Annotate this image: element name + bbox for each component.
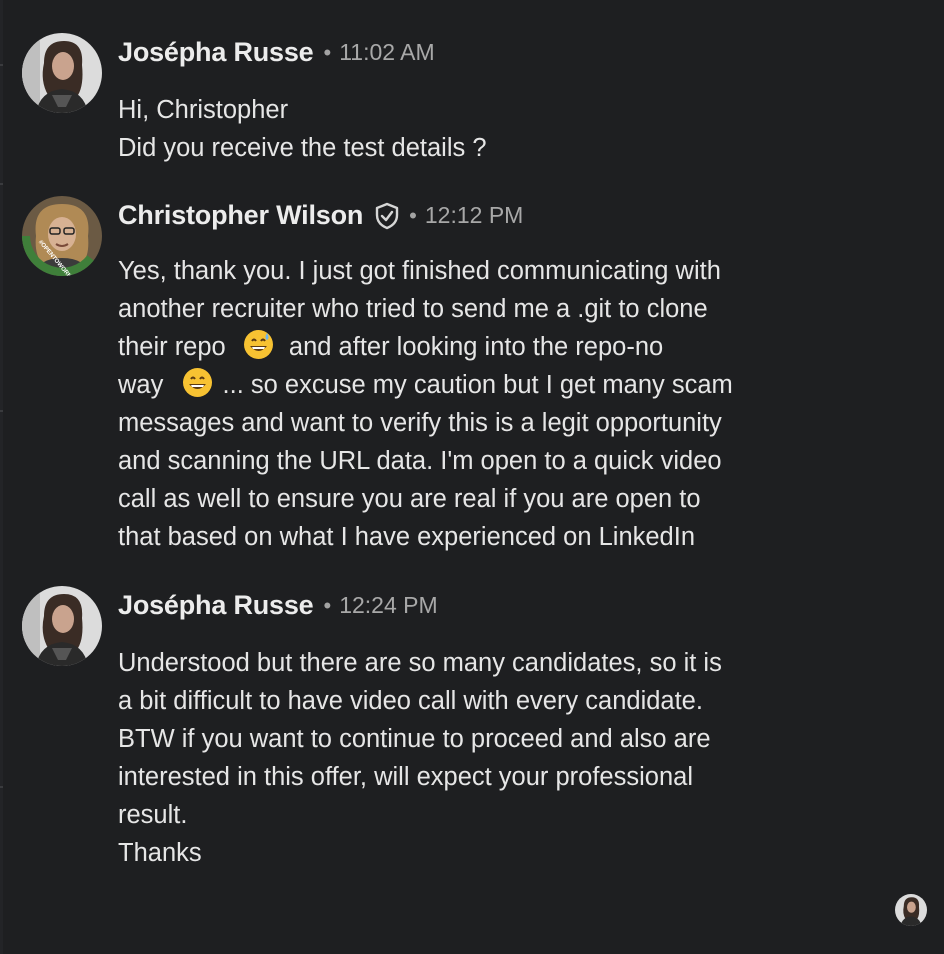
shield-check-icon[interactable] [373, 202, 401, 230]
message-line: Thanks [118, 839, 202, 867]
message-segment: their repo [118, 333, 226, 361]
message-line: Understood but there are so many candida… [118, 649, 722, 677]
message-line: interested in this offer, will expect yo… [118, 763, 693, 791]
separator-dot: • [323, 39, 332, 65]
grinning-emoji [182, 367, 213, 398]
timestamp: 11:02 AM [339, 39, 435, 65]
message-line: another recruiter who tried to send me a… [118, 295, 708, 323]
avatar-christopher-icon[interactable]: #OPENTOWORK [22, 196, 102, 276]
message-line: that based on what I have experienced on… [118, 523, 695, 551]
message-segment: and after looking into the repo-no [288, 333, 664, 361]
message-line: call as well to ensure you are real if y… [118, 485, 701, 513]
avatar-josepha-icon[interactable] [22, 33, 102, 113]
timestamp: 12:24 PM [339, 592, 438, 618]
message-body: Yes, thank you. I just got finished comm… [118, 252, 733, 556]
message-line: BTW if you want to continue to proceed a… [118, 725, 711, 753]
message-segment: way [118, 371, 164, 399]
message-header: Josépha Russe • 12:24 PM [118, 590, 438, 621]
message-line: and scanning the URL data. I'm open to a… [118, 447, 722, 475]
separator-dot: • [409, 202, 417, 228]
sender-name[interactable]: Josépha Russe [118, 37, 314, 68]
left-pane-edge [0, 0, 3, 954]
message-line: Yes, thank you. I just got finished comm… [118, 257, 721, 285]
sender-name[interactable]: Christopher Wilson [118, 200, 363, 231]
message-body: Understood but there are so many candida… [118, 644, 722, 872]
timestamp: 12:12 PM [424, 202, 524, 228]
message-line: Hi, Christopher [118, 96, 289, 124]
seen-avatar-icon [895, 894, 927, 926]
grinning-sweat-emoji [243, 329, 274, 360]
message-line: Did you receive the test details ? [118, 134, 487, 162]
message-segment: ... so excuse my caution but I get many … [222, 371, 733, 399]
avatar-josepha-icon[interactable] [22, 586, 102, 666]
message-header: Christopher Wilson • 12:12 PM [118, 200, 523, 231]
separator-dot: • [323, 592, 332, 618]
message-body: Hi, Christopher Did you receive the test… [118, 91, 487, 167]
message-line: messages and want to verify this is a le… [118, 409, 722, 437]
message-line: their repo and after looking into the re… [118, 328, 733, 366]
sender-name[interactable]: Josépha Russe [118, 590, 314, 621]
message-header: Josépha Russe • 11:02 AM [118, 37, 435, 68]
message-line: a bit difficult to have video call with … [118, 687, 703, 715]
message-line: result. [118, 801, 188, 829]
message-line: way ... so excuse my caution but I get m… [118, 366, 733, 404]
